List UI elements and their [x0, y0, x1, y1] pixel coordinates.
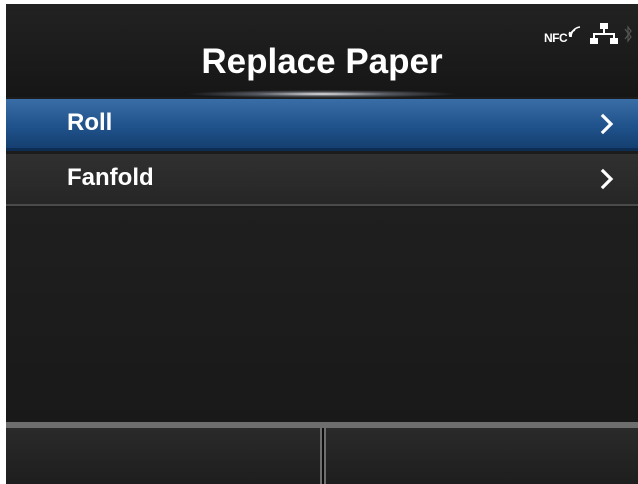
menu-item-fanfold[interactable]: Fanfold [6, 154, 638, 206]
title-underline-glow [186, 90, 458, 98]
printer-screen: Replace Paper NFC Roll Fanfold [6, 4, 638, 484]
network-icon [590, 23, 618, 44]
status-icons: NFC [544, 22, 632, 46]
menu-item-label: Roll [67, 109, 113, 136]
menu-item-label: Fanfold [67, 164, 154, 191]
chevron-right-icon [600, 168, 614, 190]
softkey-right-button[interactable] [326, 428, 638, 484]
nfc-waves-icon [568, 26, 581, 38]
bluetooth-icon [624, 25, 632, 43]
page-title: Replace Paper [201, 42, 443, 81]
softkey-bar [6, 422, 638, 484]
softkey-left-button[interactable] [6, 428, 320, 484]
chevron-right-icon [600, 113, 614, 135]
menu-item-roll[interactable]: Roll [6, 99, 638, 151]
header: Replace Paper NFC [6, 4, 638, 98]
nfc-icon: NFC [544, 22, 584, 46]
nfc-label: NFC [544, 31, 568, 45]
empty-list-area [6, 208, 638, 422]
softkey-divider [322, 428, 324, 484]
